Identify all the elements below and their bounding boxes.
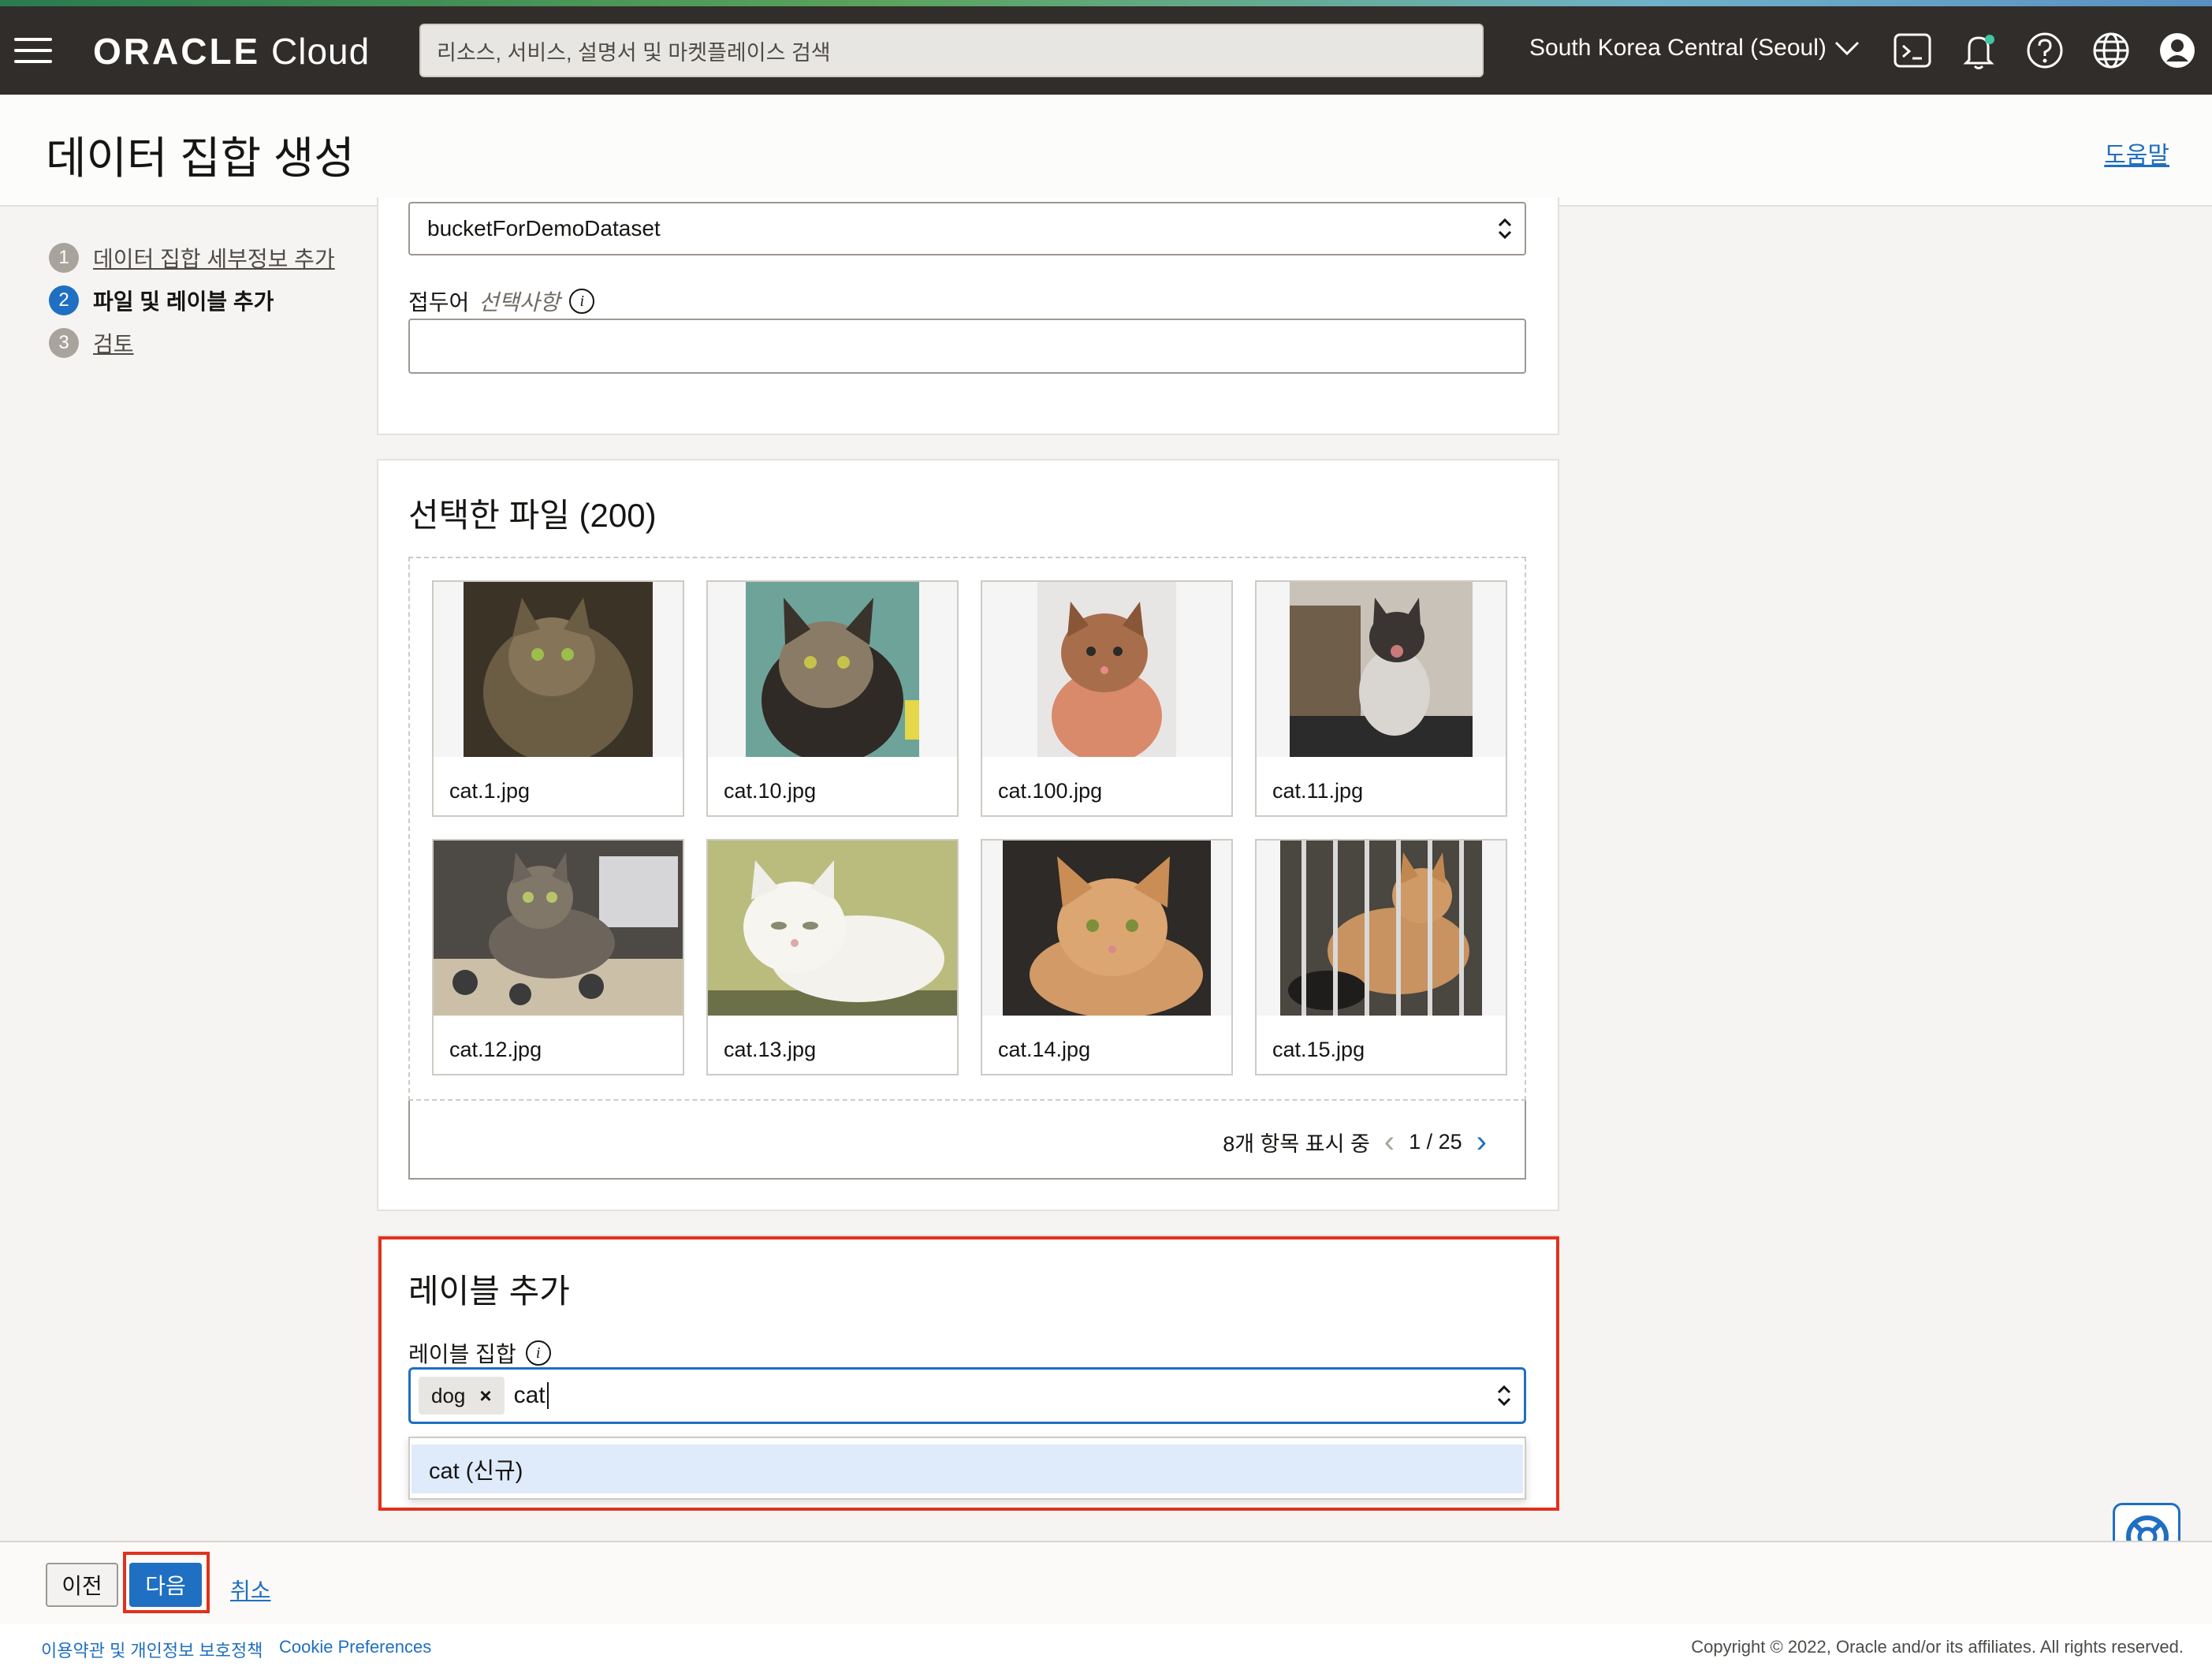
region-name: South Korea Central (Seoul) [1529, 35, 1827, 61]
thumbnail-image [434, 841, 683, 1016]
thumbnail-image [982, 841, 1231, 1016]
bell-icon[interactable] [1958, 30, 1999, 71]
label-set-text: 레이블 집합 [408, 1342, 516, 1366]
next-page-icon[interactable]: › [1477, 1126, 1487, 1157]
previous-button[interactable]: 이전 [46, 1563, 118, 1607]
region-selector[interactable]: South Korea Central (Seoul) [1529, 35, 1860, 62]
page-title: 데이터 집합 생성 [46, 133, 355, 183]
info-icon[interactable]: i [569, 289, 595, 314]
chevron-down-icon [1834, 41, 1859, 56]
right-gutter [1569, 207, 2212, 1541]
pager-count: 8개 항목 표시 중 [1223, 1131, 1370, 1156]
step-label: 데이터 집합 세부정보 추가 [93, 247, 335, 271]
step-review[interactable]: 3 검토 [49, 322, 335, 364]
file-name: cat.12.jpg [449, 1038, 542, 1061]
logo-product: Cloud [271, 31, 371, 72]
label-set-label: 레이블 집합 i [408, 1337, 551, 1369]
file-name: cat.100.jpg [998, 779, 1103, 803]
help-icon[interactable] [2024, 30, 2065, 71]
page-indicator: 1 / 25 [1409, 1129, 1462, 1154]
selected-files-title: 선택한 파일 (200) [408, 497, 657, 534]
text-caret [546, 1382, 549, 1409]
chip-text: dog [431, 1383, 466, 1407]
title-bar: 데이터 집합 생성 도움말 [0, 95, 2212, 207]
file-tile[interactable]: cat.1.jpg [432, 580, 684, 817]
file-name: cat.14.jpg [998, 1038, 1091, 1061]
file-name: cat.13.jpg [724, 1038, 817, 1061]
file-tile[interactable]: cat.14.jpg [981, 839, 1233, 1075]
globe-icon[interactable] [2091, 30, 2132, 71]
copyright-text: Copyright © 2022, Oracle and/or its affi… [1691, 1637, 2184, 1657]
typed-text: cat [513, 1382, 546, 1408]
prefix-label-text: 접두어 [408, 290, 470, 315]
info-icon[interactable]: i [525, 1340, 551, 1366]
file-tile[interactable]: cat.100.jpg [981, 580, 1233, 817]
cloud-shell-icon[interactable] [1892, 30, 1933, 71]
prev-page-icon[interactable]: ‹ [1384, 1126, 1395, 1157]
labels-title: 레이블 추가 [408, 1273, 570, 1310]
pager-info: 8개 항목 표시 중 ‹ 1 / 25 › [1223, 1126, 1487, 1157]
cancel-link[interactable]: 취소 [230, 1574, 271, 1605]
action-bar: 이전 다음 취소 [0, 1541, 2212, 1624]
steps-panel [0, 207, 371, 1541]
suggestion-option[interactable]: cat (신규) [411, 1444, 1523, 1493]
prefix-input[interactable] [408, 319, 1526, 374]
next-button-highlight [123, 1552, 210, 1613]
remove-chip-icon[interactable]: × [479, 1384, 491, 1408]
bucket-select-value: bucketForDemoDataset [427, 216, 661, 240]
logo-brand: ORACLE [93, 31, 261, 72]
step-number: 2 [49, 285, 79, 315]
global-header: ORACLE Cloud 리소스, 서비스, 설명서 및 마켓플레이스 검색 S… [0, 6, 2212, 95]
top-accent-line [0, 0, 2212, 6]
step-label: 파일 및 레이블 추가 [93, 289, 274, 314]
thumbnail-image [1257, 582, 1506, 757]
thumbnail-image [982, 582, 1231, 757]
file-tile[interactable]: cat.10.jpg [706, 580, 959, 817]
label-set-input[interactable]: dog × cat [408, 1367, 1526, 1424]
step-number: 3 [49, 328, 79, 358]
file-name: cat.10.jpg [724, 779, 817, 803]
oracle-cloud-logo[interactable]: ORACLE Cloud [93, 30, 370, 73]
terms-link[interactable]: 이용약관 및 개인정보 보호정책 [41, 1637, 263, 1662]
select-spinner-icon [1497, 1385, 1511, 1407]
label-suggestions: cat (신규) [408, 1437, 1526, 1500]
step-number: 1 [49, 243, 79, 273]
footer: 이용약관 및 개인정보 보호정책 Cookie Preferences Copy… [0, 1624, 2212, 1670]
bucket-select[interactable]: bucketForDemoDataset [408, 202, 1526, 255]
global-search-input[interactable]: 리소스, 서비스, 설명서 및 마켓플레이스 검색 [419, 24, 1484, 77]
file-pager: 8개 항목 표시 중 ‹ 1 / 25 › [408, 1101, 1526, 1180]
file-tile[interactable]: cat.11.jpg [1255, 580, 1507, 817]
thumbnail-image [434, 582, 683, 757]
file-tile[interactable]: cat.15.jpg [1255, 839, 1507, 1075]
file-name: cat.1.jpg [449, 779, 531, 803]
label-chip: dog × [419, 1377, 505, 1415]
step-label: 검토 [93, 332, 134, 356]
optional-tag: 선택사항 [479, 290, 560, 315]
thumbnail-image [708, 582, 957, 757]
file-name: cat.11.jpg [1272, 779, 1364, 803]
thumbnail-image [708, 841, 957, 1016]
file-name: cat.15.jpg [1272, 1038, 1365, 1061]
prefix-label: 접두어 선택사항 i [408, 285, 595, 317]
file-grid: cat.1.jpg cat.10.jpg cat.100.jpg cat.11.… [408, 557, 1526, 1101]
help-link[interactable]: 도움말 [2104, 136, 2169, 170]
file-tile[interactable]: cat.13.jpg [706, 839, 959, 1075]
profile-icon[interactable] [2157, 30, 2198, 71]
wizard-steps: 1 데이터 집합 세부정보 추가 2 파일 및 레이블 추가 3 검토 [49, 237, 335, 364]
step-dataset-details[interactable]: 1 데이터 집합 세부정보 추가 [49, 237, 335, 279]
file-tile[interactable]: cat.12.jpg [432, 839, 684, 1075]
select-spinner-icon [1498, 218, 1512, 240]
menu-icon[interactable] [14, 38, 52, 63]
cookie-preferences-link[interactable]: Cookie Preferences [279, 1637, 431, 1657]
step-files-labels[interactable]: 2 파일 및 레이블 추가 [49, 279, 335, 322]
thumbnail-image [1257, 841, 1506, 1016]
